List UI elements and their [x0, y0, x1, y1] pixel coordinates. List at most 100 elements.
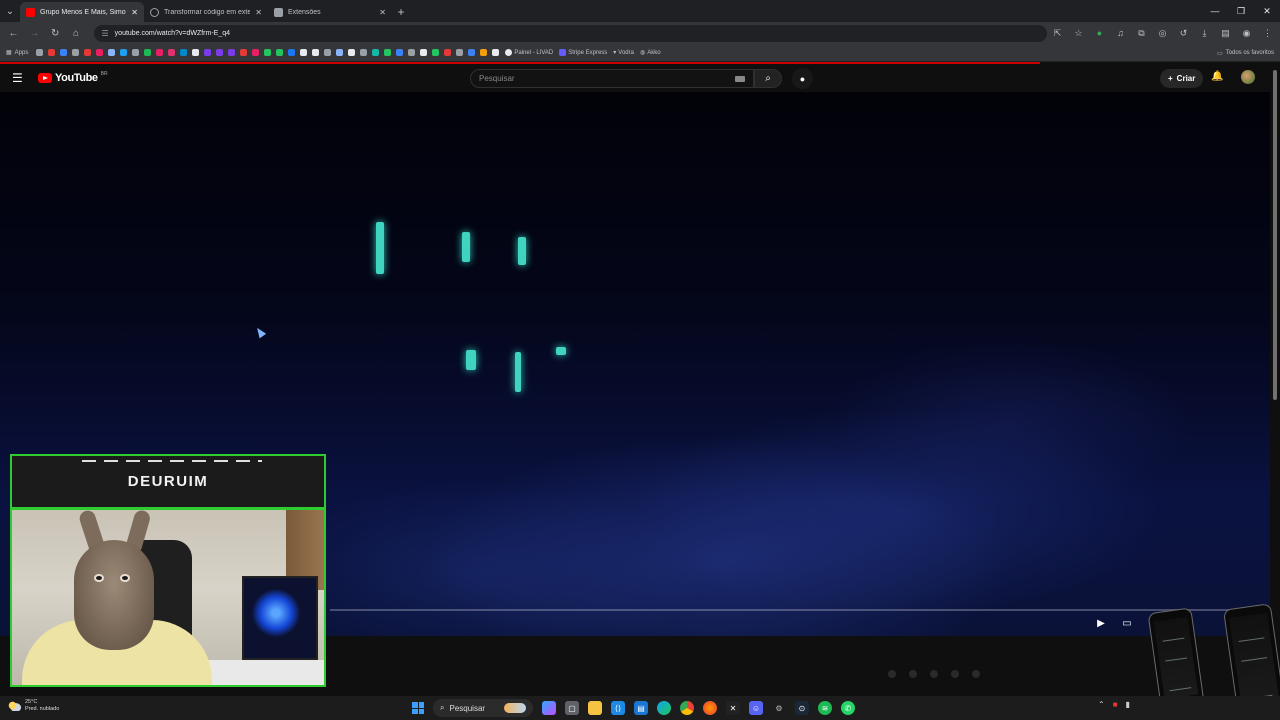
video-progress-bar[interactable]: [330, 609, 1270, 611]
bookmark-icon[interactable]: [156, 49, 164, 56]
bookmark-icon[interactable]: [276, 49, 284, 56]
home-icon[interactable]: ⌂: [67, 24, 86, 43]
store-icon[interactable]: ▤: [634, 701, 648, 715]
site-info-icon[interactable]: ☰: [102, 29, 109, 38]
minimize-icon[interactable]: —: [1202, 0, 1228, 22]
bookmark-icon[interactable]: [228, 49, 236, 56]
tab-close-icon[interactable]: ✕: [379, 8, 386, 17]
tray-app-icon[interactable]: ■: [1113, 700, 1118, 709]
bookmark-painel[interactable]: Painel - LIVAD: [505, 49, 553, 56]
bookmark-icon[interactable]: [252, 49, 260, 56]
downloads-icon[interactable]: ⤓: [1196, 25, 1213, 42]
media-control-icon[interactable]: ♫: [1112, 25, 1129, 42]
create-button[interactable]: + Criar: [1160, 69, 1204, 88]
bookmark-icon[interactable]: [456, 49, 464, 56]
bookmark-icon[interactable]: [120, 49, 128, 56]
avatar[interactable]: [1241, 70, 1255, 84]
bookmark-icon[interactable]: [432, 49, 440, 56]
bookmark-star-icon[interactable]: ☆: [1070, 25, 1087, 42]
bookmark-icon[interactable]: [132, 49, 140, 56]
bookmark-icon[interactable]: [408, 49, 416, 56]
bookmark-icon[interactable]: [360, 49, 368, 56]
extensions-puzzle-icon[interactable]: ⧉: [1133, 25, 1150, 42]
carousel-dot[interactable]: [909, 670, 917, 678]
bookmark-icon[interactable]: [444, 49, 452, 56]
notifications-bell-icon[interactable]: 🔔: [1211, 71, 1223, 82]
windows-icon[interactable]: [412, 702, 424, 714]
new-tab-button[interactable]: +: [392, 2, 410, 22]
scrollbar-thumb[interactable]: [1273, 70, 1277, 400]
copilot-icon[interactable]: [542, 701, 556, 715]
tray-overflow-icon[interactable]: ⌃: [1098, 700, 1105, 709]
extension-green-icon[interactable]: ●: [1091, 25, 1108, 42]
folder-icon[interactable]: [588, 701, 602, 715]
bookmark-icon[interactable]: [216, 49, 224, 56]
bookmark-icon[interactable]: [192, 49, 200, 56]
capcut-icon[interactable]: ✕: [726, 701, 740, 715]
edge-icon[interactable]: [657, 701, 671, 715]
search-button[interactable]: ⌕: [754, 69, 782, 88]
chrome-icon[interactable]: [680, 701, 694, 715]
battery-icon[interactable]: ▮: [1126, 700, 1130, 709]
steam-icon[interactable]: ⊙: [795, 701, 809, 715]
firefox-icon[interactable]: [703, 701, 717, 715]
tab-close-icon[interactable]: ✕: [255, 8, 262, 17]
bookmark-icon[interactable]: [420, 49, 428, 56]
whatsapp-icon[interactable]: ✆: [841, 701, 855, 715]
reading-list-icon[interactable]: ▤: [1217, 25, 1234, 42]
discord-icon[interactable]: ☺: [749, 701, 763, 715]
install-app-icon[interactable]: ⇱: [1049, 25, 1066, 42]
bookmark-icon[interactable]: [144, 49, 152, 56]
taskbar-search[interactable]: ⌕ Pesquisar: [433, 699, 533, 717]
bookmark-stripe[interactable]: Stripe Express: [559, 49, 607, 56]
settings-icon[interactable]: ⚙: [772, 701, 786, 715]
restore-icon[interactable]: ❐: [1228, 0, 1254, 22]
bookmark-apps[interactable]: ▦ Apps: [6, 49, 28, 57]
bookmark-icon[interactable]: [384, 49, 392, 56]
tab-search-icon[interactable]: ⌄: [0, 0, 20, 22]
bookmark-icon[interactable]: [96, 49, 104, 56]
bookmark-icon[interactable]: [264, 49, 272, 56]
bookmark-icon[interactable]: [108, 49, 116, 56]
autoplay-icon[interactable]: ▶: [1094, 617, 1108, 629]
hamburger-menu-icon[interactable]: ☰: [12, 71, 26, 85]
weather-widget[interactable]: 25°C Pred. nublado: [8, 699, 59, 713]
bookmark-icon[interactable]: [480, 49, 488, 56]
bookmark-icon[interactable]: [312, 49, 320, 56]
bookmark-icon[interactable]: [288, 49, 296, 56]
bookmark-icon[interactable]: [372, 49, 380, 56]
bookmark-icon[interactable]: [180, 49, 188, 56]
close-window-icon[interactable]: ✕: [1254, 0, 1280, 22]
incognito-icon[interactable]: ◎: [1154, 25, 1171, 42]
subtitles-icon[interactable]: ▭: [1120, 617, 1134, 629]
carousel-dot[interactable]: [972, 670, 980, 678]
tab-extensoes[interactable]: Extensões ✕: [268, 2, 392, 22]
bookmark-icon[interactable]: [348, 49, 356, 56]
bookmark-icon[interactable]: [60, 49, 68, 56]
bookmark-icon[interactable]: [300, 49, 308, 56]
bookmark-icon[interactable]: [468, 49, 476, 56]
bookmark-icon[interactable]: [204, 49, 212, 56]
bookmark-icon[interactable]: [492, 49, 500, 56]
voice-search-button[interactable]: ●: [792, 68, 813, 89]
profile-icon[interactable]: ◉: [1238, 25, 1255, 42]
keyboard-icon[interactable]: [735, 75, 745, 82]
search-input[interactable]: Pesquisar: [470, 69, 754, 88]
bookmark-icon[interactable]: [72, 49, 80, 56]
vscode-icon[interactable]: ⟨⟩: [611, 701, 625, 715]
tab-youtube[interactable]: Grupo Menos É Mais, Simo... ✕: [20, 2, 144, 22]
spotify-icon[interactable]: ≋: [818, 701, 832, 715]
reload-icon[interactable]: ↻: [46, 24, 65, 43]
youtube-logo[interactable]: YouTube BR: [38, 71, 108, 84]
carousel-dot[interactable]: [951, 670, 959, 678]
menu-kebab-icon[interactable]: ⋮: [1259, 25, 1276, 42]
bookmark-icon[interactable]: [240, 49, 248, 56]
bookmark-icon[interactable]: [396, 49, 404, 56]
forward-icon[interactable]: →: [25, 24, 44, 43]
tab-close-icon[interactable]: ✕: [131, 8, 138, 17]
address-bar[interactable]: ☰ youtube.com/watch?v=dWZfrm-E_q4: [93, 24, 1048, 42]
carousel-dot[interactable]: [888, 670, 896, 678]
carousel-dot[interactable]: [930, 670, 938, 678]
bookmark-icon[interactable]: [324, 49, 332, 56]
bookmark-icon[interactable]: [168, 49, 176, 56]
